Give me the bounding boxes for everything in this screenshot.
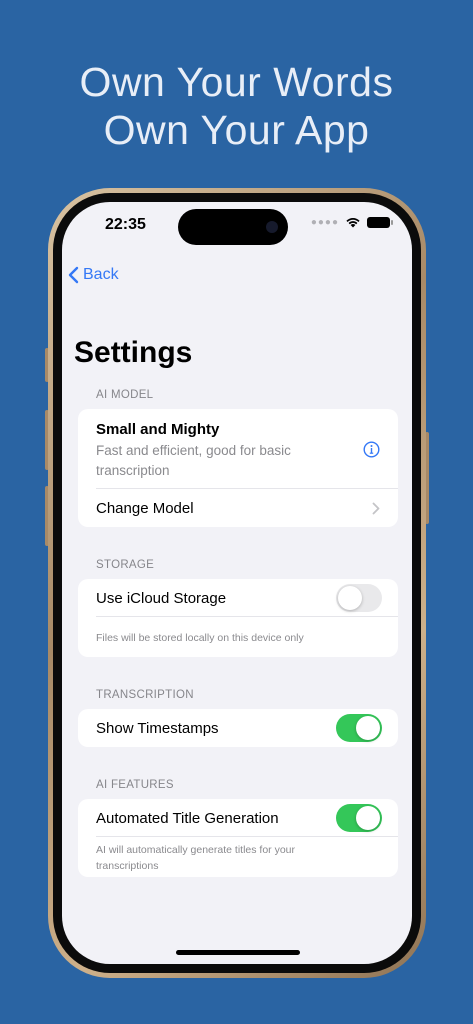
transcription-group: Show Timestamps	[78, 709, 398, 747]
change-model-label: Change Model	[96, 499, 194, 517]
status-time: 22:35	[105, 216, 146, 233]
section-header-transcription: TRANSCRIPTION	[96, 689, 194, 701]
icloud-label: Use iCloud Storage	[96, 589, 227, 607]
phone-screen: 22:35 ●●●● Back Settings AI MODEL Small …	[62, 202, 412, 964]
phone-frame: 22:35 ●●●● Back Settings AI MODEL Small …	[48, 188, 426, 978]
page-title: Settings	[74, 336, 193, 369]
chevron-left-icon	[68, 266, 79, 284]
status-icons: ●●●●	[310, 216, 393, 228]
dynamic-island	[178, 209, 288, 245]
storage-footnote-row: Files will be stored locally on this dev…	[78, 617, 398, 646]
wifi-icon	[346, 218, 360, 228]
icloud-toggle[interactable]	[336, 584, 382, 612]
phone-bezel: 22:35 ●●●● Back Settings AI MODEL Small …	[53, 193, 421, 973]
cellular-dots-icon: ●●●●	[310, 216, 339, 228]
toggle-knob	[338, 586, 362, 610]
storage-footnote: Files will be stored locally on this dev…	[96, 632, 304, 644]
title-gen-label: Automated Title Generation	[96, 809, 279, 827]
storage-group: Use iCloud Storage Files will be stored …	[78, 579, 398, 657]
ai-features-group: Automated Title Generation AI will autom…	[78, 799, 398, 877]
model-description: Fast and efficient, good for basic trans…	[96, 443, 291, 478]
back-button[interactable]: Back	[68, 266, 119, 284]
section-header-ai-features: AI FEATURES	[96, 779, 174, 791]
ai-features-footnote: AI will automatically generate titles fo…	[96, 844, 296, 872]
timestamps-row: Show Timestamps	[78, 709, 398, 747]
timestamps-toggle[interactable]	[336, 714, 382, 742]
ai-features-footnote-row: AI will automatically generate titles fo…	[78, 837, 398, 874]
icloud-row: Use iCloud Storage	[78, 579, 398, 617]
info-icon[interactable]	[363, 441, 380, 458]
ai-model-group: Small and Mighty Fast and efficient, goo…	[78, 409, 398, 527]
toggle-knob	[356, 806, 380, 830]
title-gen-toggle[interactable]	[336, 804, 382, 832]
section-header-ai-model: AI MODEL	[96, 389, 154, 401]
chevron-right-icon	[372, 502, 380, 515]
headline-line-2: Own Your App	[103, 107, 370, 153]
headline-line-1: Own Your Words	[79, 59, 394, 105]
model-name: Small and Mighty	[96, 421, 220, 438]
change-model-row[interactable]: Change Model	[78, 489, 398, 527]
toggle-knob	[356, 716, 380, 740]
back-label: Back	[83, 266, 119, 283]
section-header-storage: STORAGE	[96, 559, 155, 571]
model-info-row: Small and Mighty Fast and efficient, goo…	[78, 409, 398, 489]
timestamps-label: Show Timestamps	[96, 719, 219, 737]
home-indicator[interactable]	[176, 950, 300, 955]
title-gen-row: Automated Title Generation	[78, 799, 398, 837]
battery-icon	[367, 216, 393, 228]
headline: Own Your Words Own Your App	[0, 58, 473, 154]
front-camera-icon	[266, 221, 278, 233]
